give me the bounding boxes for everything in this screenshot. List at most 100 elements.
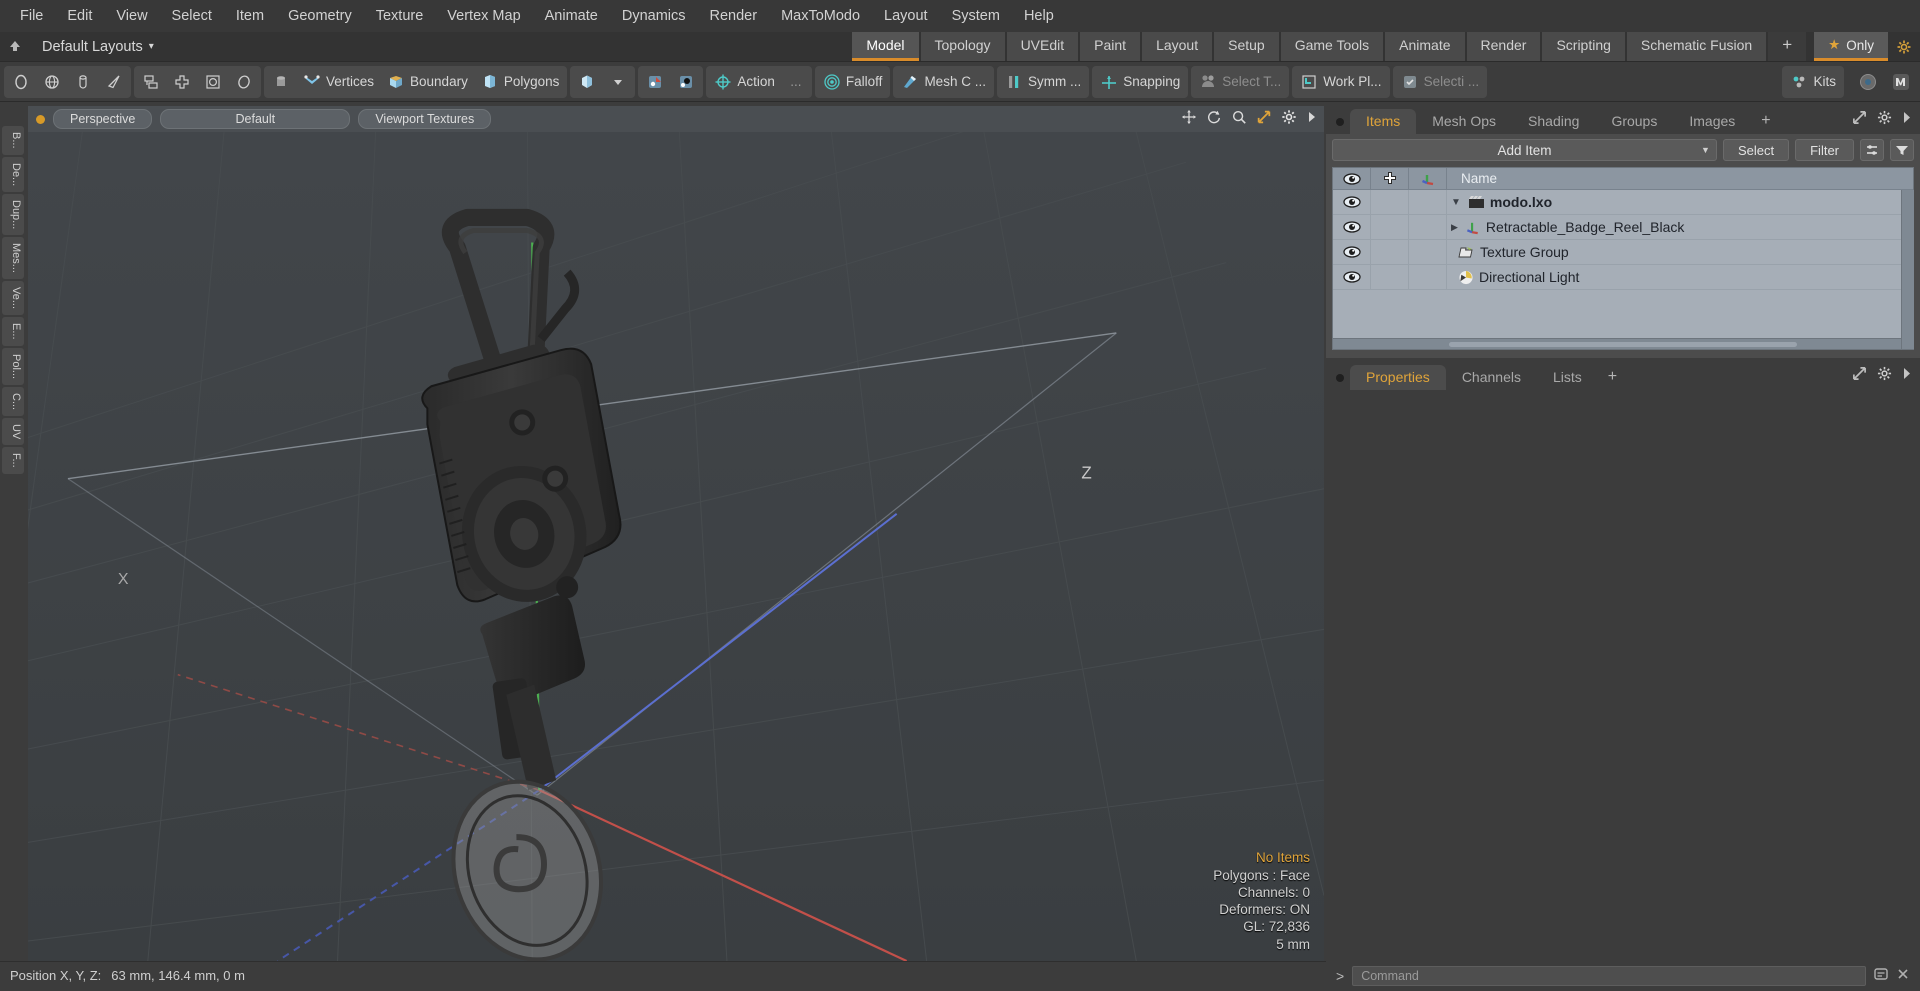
menu-item-render[interactable]: Render	[698, 4, 770, 28]
tab-setup[interactable]: Setup	[1214, 32, 1279, 61]
menu-item-edit[interactable]: Edit	[55, 4, 104, 28]
sphere-primitive-icon[interactable]	[37, 68, 67, 96]
list-options-icon[interactable]	[1860, 139, 1884, 161]
tab-items[interactable]: Items	[1350, 109, 1417, 134]
select-button[interactable]: Select	[1722, 139, 1790, 161]
expand-panel-icon[interactable]	[1852, 110, 1867, 130]
lock-cross-icon[interactable]	[1371, 168, 1409, 189]
tab-animate[interactable]: Animate	[1385, 32, 1465, 61]
menu-item-select[interactable]: Select	[160, 4, 224, 28]
chevron-down-icon[interactable]	[603, 68, 633, 96]
table-row[interactable]: ▼ modo.lxo	[1333, 190, 1913, 215]
tab-groups[interactable]: Groups	[1595, 109, 1673, 134]
vtab-mesh[interactable]: Mes...	[2, 237, 24, 280]
rotate-view-icon[interactable]	[1206, 109, 1222, 130]
row-eye-icon[interactable]	[1333, 215, 1371, 239]
menu-item-maxtomodo[interactable]: MaxToModo	[769, 4, 872, 28]
menu-item-help[interactable]: Help	[1012, 4, 1066, 28]
row-lock-cell[interactable]	[1371, 265, 1409, 289]
menu-item-system[interactable]: System	[940, 4, 1012, 28]
funnel-icon[interactable]	[1890, 139, 1914, 161]
menu-item-geometry[interactable]: Geometry	[276, 4, 364, 28]
tab-properties[interactable]: Properties	[1350, 365, 1446, 390]
vtab-fusion[interactable]: F...	[2, 447, 24, 474]
row-axis-cell[interactable]	[1409, 240, 1447, 264]
ellipse-icon[interactable]	[229, 68, 259, 96]
expander-icon[interactable]: ▼	[1451, 197, 1461, 208]
menu-item-texture[interactable]: Texture	[364, 4, 436, 28]
only-button[interactable]: ★ Only	[1814, 32, 1888, 61]
row-axis-cell[interactable]	[1409, 215, 1447, 239]
row-lock-cell[interactable]	[1371, 215, 1409, 239]
table-row[interactable]: Texture Group	[1333, 240, 1913, 265]
circle-primitive-icon[interactable]	[6, 68, 36, 96]
mesh-constraint-icon[interactable]: Mesh C ...	[895, 68, 992, 96]
kits-icon[interactable]: Kits	[1784, 68, 1842, 96]
command-history-icon[interactable]	[1874, 967, 1888, 986]
capsule-primitive-icon[interactable]	[68, 68, 98, 96]
fit-view-icon[interactable]	[1256, 109, 1272, 130]
tree-row-scene[interactable]: ▼ modo.lxo	[1447, 194, 1913, 210]
layout-selector[interactable]: Default Layouts ▾	[30, 32, 166, 61]
row-axis-cell[interactable]	[1409, 265, 1447, 289]
add-tab-button[interactable]: +	[1768, 32, 1807, 61]
viewport-display-mode[interactable]: Viewport Textures	[358, 109, 492, 129]
menu-item-animate[interactable]: Animate	[533, 4, 610, 28]
tab-lists[interactable]: Lists	[1537, 365, 1598, 390]
move-gizmo-icon[interactable]	[640, 68, 670, 96]
expander-icon[interactable]: ▶	[1451, 222, 1458, 233]
menu-item-view[interactable]: View	[104, 4, 159, 28]
gear-icon[interactable]	[1888, 32, 1920, 61]
menu-item-layout[interactable]: Layout	[872, 4, 940, 28]
vtab-curve[interactable]: C...	[2, 386, 24, 416]
move-view-icon[interactable]	[1181, 109, 1197, 130]
falloff-icon[interactable]: Falloff	[817, 68, 889, 96]
viewport-settings-icon[interactable]	[1281, 109, 1297, 130]
tab-scripting[interactable]: Scripting	[1542, 32, 1625, 61]
row-eye-icon[interactable]	[1333, 190, 1371, 214]
tree-row-mesh[interactable]: ▶ Retractable_Badge_Reel_Black	[1447, 219, 1913, 235]
axis-icon[interactable]	[1409, 168, 1447, 189]
action-center-icon[interactable]: Action	[708, 68, 781, 96]
tab-paint[interactable]: Paint	[1080, 32, 1141, 61]
add-item-button[interactable]: Add Item ▼	[1332, 139, 1717, 161]
menu-item-dynamics[interactable]: Dynamics	[610, 4, 698, 28]
ellipsis-icon[interactable]: ...	[782, 68, 810, 96]
table-row[interactable]: Directional Light	[1333, 265, 1913, 290]
select-through-icon[interactable]: Select T...	[1193, 68, 1287, 96]
add-panel-tab-button[interactable]: +	[1751, 108, 1780, 134]
home-arrow-icon[interactable]	[0, 32, 30, 61]
eye-icon[interactable]	[1333, 168, 1371, 189]
vtab-polygon[interactable]: Pol...	[2, 347, 24, 385]
polygons-icon[interactable]: Polygons	[475, 68, 566, 96]
vtab-vertex[interactable]: Ve...	[2, 281, 24, 316]
tab-render[interactable]: Render	[1466, 32, 1541, 61]
scale-gizmo-icon[interactable]	[671, 68, 701, 96]
filter-button[interactable]: Filter	[1795, 139, 1854, 161]
boundary-icon[interactable]: Boundary	[381, 68, 474, 96]
tab-schematic-fusion[interactable]: Schematic Fusion	[1626, 32, 1767, 61]
tab-channels[interactable]: Channels	[1446, 365, 1537, 390]
tab-model[interactable]: Model	[852, 32, 919, 61]
item-tree-horizontal-scrollbar[interactable]	[1333, 338, 1913, 349]
menu-item-item[interactable]: Item	[224, 4, 276, 28]
scrollbar-thumb[interactable]	[1449, 341, 1797, 347]
tree-row-directional-light[interactable]: Directional Light	[1447, 269, 1913, 285]
expand-arrow-icon[interactable]	[1306, 110, 1318, 129]
vtab-deform[interactable]: De...	[2, 156, 24, 192]
panel-arrow-icon[interactable]	[1902, 367, 1912, 385]
row-lock-cell[interactable]	[1371, 240, 1409, 264]
modo-logo-icon[interactable]	[1886, 68, 1916, 96]
zoom-view-icon[interactable]	[1231, 109, 1247, 130]
command-input[interactable]: Command	[1352, 966, 1866, 986]
selection-set-icon[interactable]: Selecti ...	[1395, 68, 1486, 96]
row-eye-icon[interactable]	[1333, 240, 1371, 264]
expand-panel-icon[interactable]	[1852, 366, 1867, 386]
table-row[interactable]: ▶ Retractable_Badge_Reel_Black	[1333, 215, 1913, 240]
command-clear-icon[interactable]	[1896, 967, 1910, 986]
symmetry-icon[interactable]: Symm ...	[999, 68, 1087, 96]
viewport-view-mode[interactable]: Perspective	[53, 109, 153, 129]
vertices-icon[interactable]: Vertices	[297, 68, 380, 96]
cube-icon[interactable]	[572, 68, 602, 96]
tab-layout[interactable]: Layout	[1142, 32, 1213, 61]
